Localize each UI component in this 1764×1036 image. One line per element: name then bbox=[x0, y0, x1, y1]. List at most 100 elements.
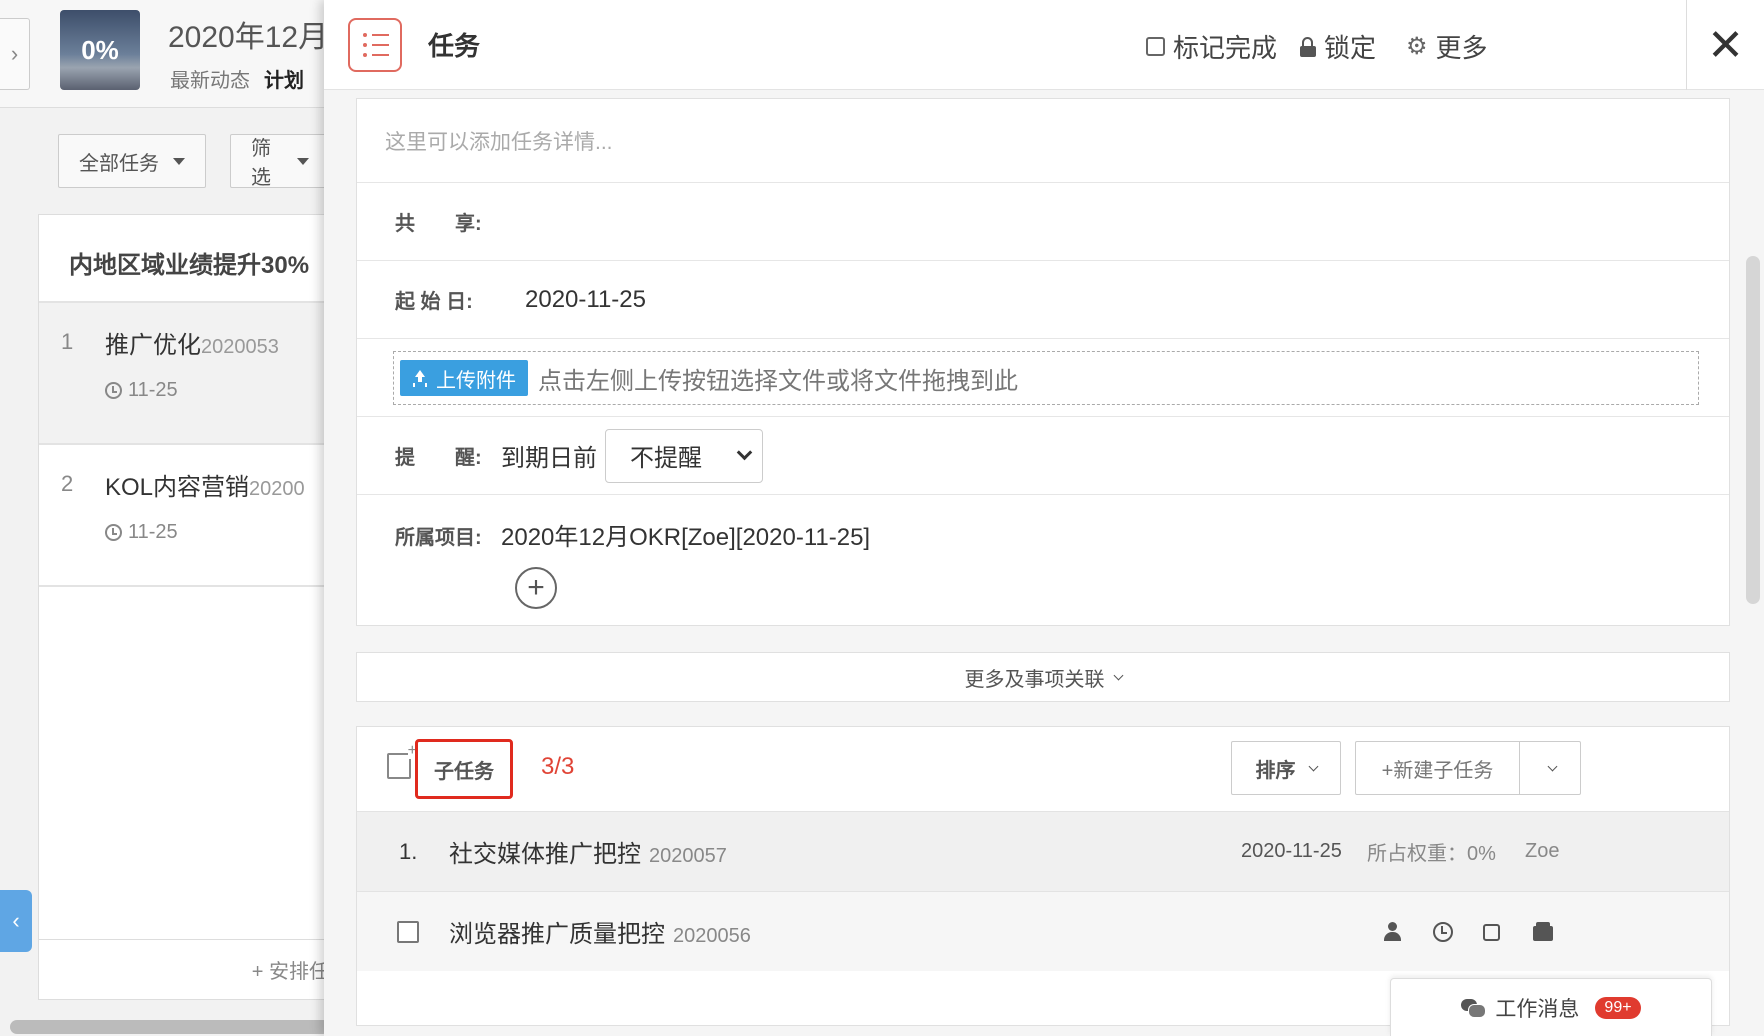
project-row: 所属项目: 2020年12月OKR[Zoe][2020-11-25] + bbox=[357, 495, 1729, 625]
reminder-prefix: 到期日前 bbox=[501, 445, 597, 472]
tab-latest-activity[interactable]: 最新动态 bbox=[170, 70, 250, 92]
clock-icon bbox=[105, 382, 122, 399]
mark-done-button[interactable]: 标记完成 bbox=[1146, 28, 1277, 65]
vertical-scrollbar[interactable] bbox=[1746, 256, 1760, 604]
task-name: 推广优化2020053 bbox=[105, 325, 279, 360]
sort-label: 排序 bbox=[1255, 759, 1296, 782]
subtask-date: 2020-11-25 bbox=[1241, 840, 1342, 862]
alarm-clock-icon[interactable] bbox=[1433, 922, 1453, 942]
project-progress-thumbnail[interactable]: 0% bbox=[60, 10, 140, 90]
task-number: 2 bbox=[61, 471, 74, 496]
reminder-select[interactable]: 不提醒 bbox=[605, 428, 763, 483]
horizontal-scrollbar[interactable] bbox=[10, 1020, 330, 1034]
gear-icon: ⚙ bbox=[1406, 33, 1428, 60]
chevron-down-icon bbox=[736, 444, 753, 461]
upload-icon bbox=[412, 370, 428, 386]
close-button[interactable]: ✕ bbox=[1686, 0, 1764, 90]
subtask-header: 子任务 3/3 排序 +新建子任务 bbox=[357, 727, 1729, 811]
task-code: 2020053 bbox=[201, 336, 279, 358]
work-message-label: 工作消息 bbox=[1495, 997, 1580, 1021]
reminder-label: 提 醒: bbox=[395, 447, 482, 469]
project-tabs: 最新动态 计划 bbox=[170, 64, 304, 93]
task-name-text: 推广优化 bbox=[105, 332, 201, 359]
mark-done-label: 标记完成 bbox=[1173, 33, 1278, 63]
task-name: KOL内容营销20200 bbox=[105, 467, 305, 502]
upload-attachment-button[interactable]: 上传附件 bbox=[400, 360, 528, 396]
lock-button[interactable]: 锁定 bbox=[1300, 28, 1376, 65]
share-label: 共 享: bbox=[395, 213, 482, 235]
caret-down-icon bbox=[297, 157, 309, 165]
upload-hint: 点击左侧上传按钮选择文件或将文件拖拽到此 bbox=[538, 367, 1018, 395]
document-add-icon bbox=[387, 743, 417, 779]
more-relations-button[interactable]: 更多及事项关联 bbox=[356, 652, 1730, 702]
attachment-dropzone[interactable]: 上传附件 点击左侧上传按钮选择文件或将文件拖拽到此 bbox=[393, 351, 1699, 405]
description-row[interactable]: 这里可以添加任务详情... bbox=[357, 99, 1729, 183]
reminder-selected-option: 不提醒 bbox=[630, 445, 702, 472]
start-date-label: 起 始 日: bbox=[395, 291, 473, 313]
assignee-icon[interactable] bbox=[1383, 922, 1403, 942]
lock-icon bbox=[1300, 36, 1316, 57]
checkbox-icon bbox=[1146, 37, 1165, 56]
all-tasks-dropdown[interactable]: 全部任务 bbox=[58, 134, 206, 188]
attachment-row: 上传附件 点击左侧上传按钮选择文件或将文件拖拽到此 bbox=[357, 339, 1729, 417]
close-icon: ✕ bbox=[1707, 20, 1744, 70]
project-label: 所属项目: bbox=[395, 527, 482, 549]
drawer-body: 这里可以添加任务详情... 共 享: 起 始 日: 2020-11-25 上传附… bbox=[356, 98, 1730, 1026]
share-row: 共 享: bbox=[357, 183, 1729, 261]
task-due: 11-25 bbox=[105, 521, 178, 544]
start-date-value[interactable]: 2020-11-25 bbox=[525, 286, 646, 314]
project-value[interactable]: 2020年12月OKR[Zoe][2020-11-25] bbox=[501, 517, 870, 552]
expand-sidebar-button[interactable]: › bbox=[0, 18, 30, 90]
subtask-code: 2020057 bbox=[649, 845, 727, 867]
sort-button[interactable]: 排序 bbox=[1231, 741, 1341, 795]
description-placeholder: 这里可以添加任务详情... bbox=[385, 130, 613, 154]
subtask-row[interactable]: 浏览器推广质量把控 2020056 bbox=[357, 891, 1729, 971]
subtask-name-text: 社交媒体推广把控 bbox=[449, 841, 641, 868]
new-subtask-button-group: +新建子任务 bbox=[1355, 741, 1581, 795]
task-list-item[interactable]: 2 KOL内容营销20200 11-25 bbox=[39, 445, 330, 587]
tab-plan[interactable]: 计划 bbox=[264, 70, 304, 92]
more-button[interactable]: ⚙ 更多 bbox=[1406, 28, 1488, 65]
project-header: › 0% 2020年12月 最新动态 计划 bbox=[0, 0, 330, 108]
chevron-left-icon: ‹ bbox=[12, 908, 20, 933]
archive-icon[interactable] bbox=[1533, 922, 1553, 942]
more-label: 更多 bbox=[1435, 33, 1488, 63]
all-tasks-label: 全部任务 bbox=[79, 152, 159, 175]
clock-icon bbox=[105, 524, 122, 541]
task-name-text: KOL内容营销 bbox=[105, 474, 250, 501]
collapse-panel-tab[interactable]: ‹ bbox=[0, 890, 32, 952]
filter-dropdown[interactable]: 筛选 bbox=[230, 134, 330, 189]
new-subtask-button[interactable]: +新建子任务 bbox=[1356, 742, 1520, 794]
upload-button-label: 上传附件 bbox=[436, 369, 516, 392]
subtask-code: 2020056 bbox=[673, 925, 751, 947]
chevron-down-icon bbox=[1113, 670, 1123, 680]
task-list-item[interactable]: 1 推广优化2020053 11-25 bbox=[39, 303, 330, 445]
subtask-checkbox[interactable] bbox=[397, 920, 419, 943]
caret-down-icon bbox=[173, 157, 185, 165]
task-due: 11-25 bbox=[105, 379, 178, 402]
new-subtask-dropdown[interactable] bbox=[1520, 742, 1580, 794]
square-icon[interactable] bbox=[1483, 924, 1500, 941]
project-title: 2020年12月 bbox=[168, 21, 329, 54]
subtask-name: 社交媒体推广把控 2020057 bbox=[449, 834, 727, 869]
subtask-count: 3/3 bbox=[541, 753, 575, 780]
drawer-title: 任务 bbox=[428, 31, 481, 61]
chevron-right-icon: › bbox=[10, 41, 19, 66]
tab-subtasks[interactable]: 子任务 bbox=[415, 739, 513, 799]
work-message-button[interactable]: 工作消息 99+ bbox=[1390, 978, 1712, 1036]
add-project-button[interactable]: + bbox=[515, 567, 557, 609]
arrange-task-button[interactable]: + 安排任 bbox=[39, 939, 330, 999]
reminder-row: 提 醒: 到期日前 不提醒 bbox=[357, 417, 1729, 495]
unread-badge: 99+ bbox=[1595, 996, 1641, 1019]
start-date-row: 起 始 日: 2020-11-25 bbox=[357, 261, 1729, 339]
subtask-owner: Zoe bbox=[1525, 840, 1560, 862]
subtask-number: 1. bbox=[399, 838, 418, 864]
task-due-text: 11-25 bbox=[128, 379, 178, 401]
subtask-row[interactable]: 1. 社交媒体推广把控 2020057 2020-11-25 所占权重：0% Zo… bbox=[357, 811, 1729, 891]
chevron-down-icon bbox=[1308, 761, 1318, 771]
task-list-panel: 内地区域业绩提升30% 1 推广优化2020053 11-25 2 KOL内容营… bbox=[38, 214, 330, 1000]
panel-title: 内地区域业绩提升30% bbox=[39, 215, 330, 303]
progress-text: 0% bbox=[81, 34, 119, 65]
lock-label: 锁定 bbox=[1324, 33, 1377, 63]
task-due-text: 11-25 bbox=[128, 521, 178, 543]
